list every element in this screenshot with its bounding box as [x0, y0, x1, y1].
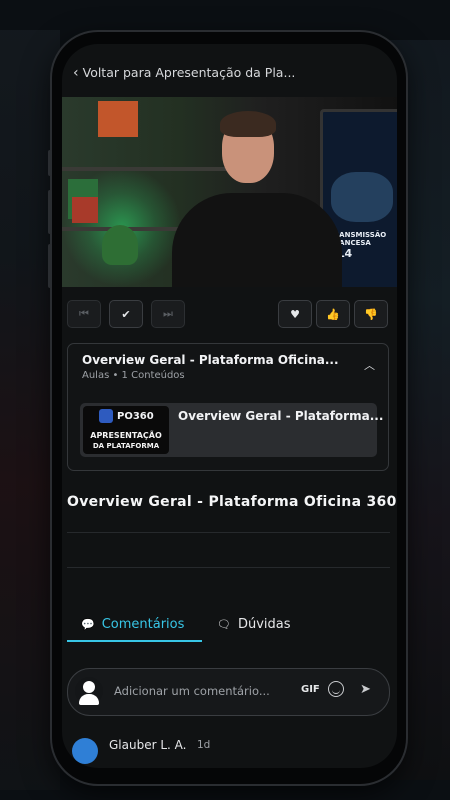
back-link[interactable]: ‹ Voltar para Apresentação da Pla...	[73, 65, 295, 81]
emoji-icon[interactable]	[328, 681, 344, 697]
heart-icon: ♥	[290, 307, 300, 321]
thumbs-down-icon: 👎	[364, 307, 378, 321]
question-chat-icon: 🗨	[217, 617, 231, 631]
top-bar: ‹ Voltar para Apresentação da Pla...	[62, 44, 397, 96]
comment-author[interactable]: Glauber L. A.	[109, 738, 186, 752]
dislike-button[interactable]: 👎	[354, 300, 388, 328]
divider	[67, 567, 390, 568]
active-tab-indicator	[67, 640, 202, 642]
check-icon: ✔	[121, 307, 131, 321]
back-link-label: Voltar para Apresentação da Pla...	[82, 65, 296, 80]
chevron-left-icon: ‹	[73, 65, 79, 81]
like-button[interactable]: 👍	[316, 300, 350, 328]
lesson-controls: ⏮ ✔ ⏭ ♥ 👍 👎	[62, 300, 397, 332]
app-screen: ‹ Voltar para Apresentação da Pla... TRAN…	[62, 44, 397, 768]
next-lesson-button[interactable]: ⏭	[151, 300, 185, 328]
video-presenter	[172, 193, 342, 287]
favorite-button[interactable]: ♥	[278, 300, 312, 328]
tab-questions[interactable]: 🗨 Dúvidas	[217, 610, 291, 638]
avatar	[72, 738, 98, 764]
video-plant	[102, 225, 138, 265]
chevron-up-icon[interactable]: ︿	[364, 357, 375, 373]
previous-lesson-button[interactable]: ⏮	[67, 300, 101, 328]
phone-side-button	[48, 244, 52, 288]
module-subtitle: Aulas • 1 Conteúdos	[82, 370, 185, 381]
lesson-heading: Overview Geral - Plataforma Oficina 360	[67, 494, 397, 510]
gif-button[interactable]: GIF	[301, 684, 320, 695]
thumbnail-subtitle: DA PLATAFORMA	[92, 442, 160, 450]
lesson-item[interactable]: PO360 APRESENTAÇÃO DA PLATAFORMA Overvie…	[80, 403, 383, 457]
video-presenter	[220, 111, 276, 137]
skip-previous-icon: ⏮	[79, 307, 89, 320]
lesson-thumbnail: PO360 APRESENTAÇÃO DA PLATAFORMA	[83, 406, 169, 454]
comments-icon: 💬	[81, 617, 95, 631]
comment-item: Glauber L. A. 1d	[67, 738, 390, 768]
video-decor	[98, 101, 138, 137]
send-icon[interactable]: ➤	[360, 682, 371, 697]
background-left-panel	[0, 30, 60, 790]
divider	[67, 532, 390, 533]
content-tabs: 💬 Comentários 🗨 Dúvidas	[67, 610, 390, 642]
logo-badge-icon	[99, 409, 113, 423]
video-car	[331, 172, 393, 222]
tab-comments[interactable]: 💬 Comentários	[81, 610, 184, 638]
phone-side-button	[48, 190, 52, 234]
lesson-item-title: Overview Geral - Plataforma...	[178, 409, 384, 423]
skip-next-icon: ⏭	[163, 307, 173, 320]
avatar-head	[83, 681, 95, 693]
comment-input-bar: Adicionar um comentário... GIF ➤	[67, 668, 390, 716]
avatar-body	[79, 694, 99, 705]
mark-complete-button[interactable]: ✔	[109, 300, 143, 328]
module-card: Overview Geral - Plataforma Oficina... A…	[67, 343, 389, 471]
thumbnail-title: APRESENTAÇÃO	[90, 431, 162, 440]
video-shelf	[62, 167, 252, 171]
module-title[interactable]: Overview Geral - Plataforma Oficina...	[82, 353, 339, 367]
tab-questions-label: Dúvidas	[237, 616, 291, 632]
thumbs-up-icon: 👍	[326, 307, 340, 321]
user-avatar-icon	[75, 677, 103, 705]
thumbnail-logo: PO360	[117, 411, 154, 422]
comment-input[interactable]: Adicionar um comentário...	[114, 684, 270, 698]
video-decor	[72, 197, 98, 223]
video-player[interactable]: TRANSMISSÃO FRANCESA AL4	[62, 97, 397, 287]
comment-time: 1d	[197, 739, 211, 751]
tab-comments-label: Comentários	[101, 616, 185, 632]
phone-side-button	[48, 150, 52, 176]
